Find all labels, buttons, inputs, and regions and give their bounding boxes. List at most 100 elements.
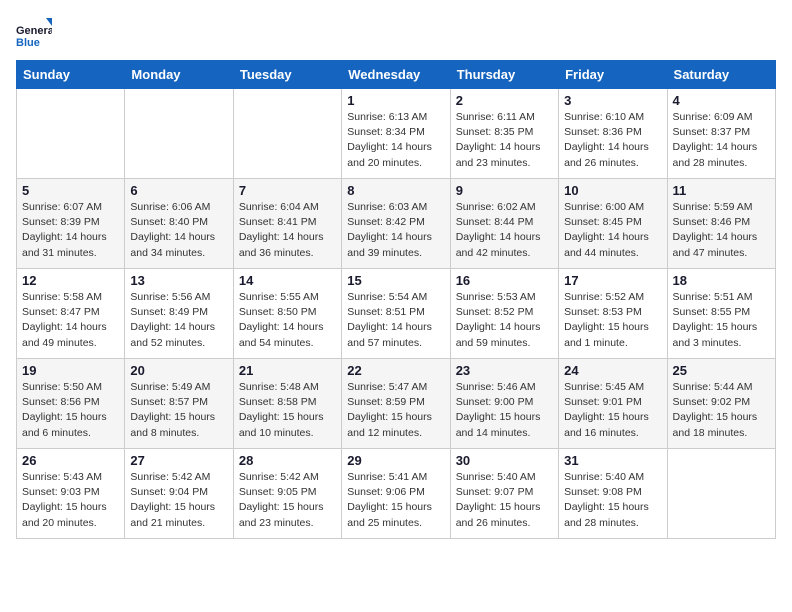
day-number: 30: [456, 453, 553, 468]
day-number: 29: [347, 453, 444, 468]
day-info: Sunrise: 5:40 AM Sunset: 9:07 PM Dayligh…: [456, 470, 553, 531]
day-info: Sunrise: 6:07 AM Sunset: 8:39 PM Dayligh…: [22, 200, 119, 261]
calendar-day-cell: 20 Sunrise: 5:49 AM Sunset: 8:57 PM Dayli…: [125, 359, 233, 449]
day-number: 11: [673, 183, 770, 198]
day-number: 28: [239, 453, 336, 468]
calendar-week-row: 12Sunrise: 5:58 AM Sunset: 8:47 PM Dayli…: [17, 269, 776, 359]
day-number: 27: [130, 453, 227, 468]
day-number: 17: [564, 273, 661, 288]
calendar-day-cell: 18Sunrise: 5:51 AM Sunset: 8:55 PM Dayli…: [667, 269, 775, 359]
day-number: 3: [564, 93, 661, 108]
day-number: 9: [456, 183, 553, 198]
calendar-day-cell: 14Sunrise: 5:55 AM Sunset: 8:50 PM Dayli…: [233, 269, 341, 359]
calendar-day-cell: 30 Sunrise: 5:40 AM Sunset: 9:07 PM Dayli…: [450, 449, 558, 539]
logo-bird-icon: General Blue: [16, 16, 52, 52]
calendar-day-cell: [233, 89, 341, 179]
day-number: 10: [564, 183, 661, 198]
day-number: 18: [673, 273, 770, 288]
calendar-week-row: 19 Sunrise: 5:50 AM Sunset: 8:56 PM Dayli…: [17, 359, 776, 449]
day-info: Sunrise: 6:04 AM Sunset: 8:41 PM Dayligh…: [239, 200, 336, 261]
calendar-day-cell: 26 Sunrise: 5:43 AM Sunset: 9:03 PM Dayli…: [17, 449, 125, 539]
day-number: 16: [456, 273, 553, 288]
day-info: Sunrise: 6:13 AM Sunset: 8:34 PM Dayligh…: [347, 110, 444, 171]
day-info: Sunrise: 5:53 AM Sunset: 8:52 PM Dayligh…: [456, 290, 553, 351]
calendar-day-cell: 10 Sunrise: 6:00 AM Sunset: 8:45 PM Dayli…: [559, 179, 667, 269]
calendar-day-cell: 7 Sunrise: 6:04 AM Sunset: 8:41 PM Daylig…: [233, 179, 341, 269]
day-number: 19: [22, 363, 119, 378]
day-of-week-header: Tuesday: [233, 61, 341, 89]
calendar-day-cell: 3 Sunrise: 6:10 AM Sunset: 8:36 PM Daylig…: [559, 89, 667, 179]
calendar-day-cell: 24 Sunrise: 5:45 AM Sunset: 9:01 PM Dayli…: [559, 359, 667, 449]
day-info: Sunrise: 5:44 AM Sunset: 9:02 PM Dayligh…: [673, 380, 770, 441]
calendar-table: SundayMondayTuesdayWednesdayThursdayFrid…: [16, 60, 776, 539]
calendar-week-row: 1Sunrise: 6:13 AM Sunset: 8:34 PM Daylig…: [17, 89, 776, 179]
svg-text:Blue: Blue: [16, 37, 40, 49]
day-number: 12: [22, 273, 119, 288]
calendar-day-cell: 22Sunrise: 5:47 AM Sunset: 8:59 PM Dayli…: [342, 359, 450, 449]
day-number: 23: [456, 363, 553, 378]
day-info: Sunrise: 5:49 AM Sunset: 8:57 PM Dayligh…: [130, 380, 227, 441]
calendar-day-cell: 5Sunrise: 6:07 AM Sunset: 8:39 PM Daylig…: [17, 179, 125, 269]
day-info: Sunrise: 5:54 AM Sunset: 8:51 PM Dayligh…: [347, 290, 444, 351]
day-info: Sunrise: 5:42 AM Sunset: 9:05 PM Dayligh…: [239, 470, 336, 531]
day-info: Sunrise: 5:42 AM Sunset: 9:04 PM Dayligh…: [130, 470, 227, 531]
day-info: Sunrise: 6:09 AM Sunset: 8:37 PM Dayligh…: [673, 110, 770, 171]
logo: General Blue: [16, 16, 52, 52]
calendar-day-cell: 8 Sunrise: 6:03 AM Sunset: 8:42 PM Daylig…: [342, 179, 450, 269]
day-info: Sunrise: 6:02 AM Sunset: 8:44 PM Dayligh…: [456, 200, 553, 261]
day-number: 14: [239, 273, 336, 288]
day-number: 31: [564, 453, 661, 468]
day-of-week-header: Wednesday: [342, 61, 450, 89]
calendar-day-cell: 11 Sunrise: 5:59 AM Sunset: 8:46 PM Dayli…: [667, 179, 775, 269]
svg-text:General: General: [16, 25, 52, 37]
day-info: Sunrise: 6:11 AM Sunset: 8:35 PM Dayligh…: [456, 110, 553, 171]
day-info: Sunrise: 5:45 AM Sunset: 9:01 PM Dayligh…: [564, 380, 661, 441]
day-of-week-header: Thursday: [450, 61, 558, 89]
day-info: Sunrise: 5:43 AM Sunset: 9:03 PM Dayligh…: [22, 470, 119, 531]
calendar-day-cell: [667, 449, 775, 539]
day-info: Sunrise: 5:50 AM Sunset: 8:56 PM Dayligh…: [22, 380, 119, 441]
day-number: 22: [347, 363, 444, 378]
day-info: Sunrise: 6:00 AM Sunset: 8:45 PM Dayligh…: [564, 200, 661, 261]
day-info: Sunrise: 6:10 AM Sunset: 8:36 PM Dayligh…: [564, 110, 661, 171]
calendar-day-cell: 27 Sunrise: 5:42 AM Sunset: 9:04 PM Dayli…: [125, 449, 233, 539]
calendar-day-cell: 25 Sunrise: 5:44 AM Sunset: 9:02 PM Dayli…: [667, 359, 775, 449]
day-number: 25: [673, 363, 770, 378]
calendar-day-cell: 28 Sunrise: 5:42 AM Sunset: 9:05 PM Dayli…: [233, 449, 341, 539]
calendar-day-cell: 2 Sunrise: 6:11 AM Sunset: 8:35 PM Daylig…: [450, 89, 558, 179]
calendar-day-cell: 31Sunrise: 5:40 AM Sunset: 9:08 PM Dayli…: [559, 449, 667, 539]
day-of-week-header: Sunday: [17, 61, 125, 89]
day-number: 7: [239, 183, 336, 198]
day-number: 4: [673, 93, 770, 108]
calendar-day-cell: 1Sunrise: 6:13 AM Sunset: 8:34 PM Daylig…: [342, 89, 450, 179]
calendar-day-cell: 6Sunrise: 6:06 AM Sunset: 8:40 PM Daylig…: [125, 179, 233, 269]
calendar-day-cell: 16 Sunrise: 5:53 AM Sunset: 8:52 PM Dayli…: [450, 269, 558, 359]
day-of-week-header: Saturday: [667, 61, 775, 89]
day-number: 13: [130, 273, 227, 288]
day-number: 2: [456, 93, 553, 108]
day-number: 8: [347, 183, 444, 198]
day-of-week-header: Friday: [559, 61, 667, 89]
day-number: 20: [130, 363, 227, 378]
day-info: Sunrise: 6:03 AM Sunset: 8:42 PM Dayligh…: [347, 200, 444, 261]
calendar-day-cell: [17, 89, 125, 179]
calendar-day-cell: 4 Sunrise: 6:09 AM Sunset: 8:37 PM Daylig…: [667, 89, 775, 179]
day-info: Sunrise: 5:56 AM Sunset: 8:49 PM Dayligh…: [130, 290, 227, 351]
calendar-day-cell: 29Sunrise: 5:41 AM Sunset: 9:06 PM Dayli…: [342, 449, 450, 539]
calendar-day-cell: 15 Sunrise: 5:54 AM Sunset: 8:51 PM Dayli…: [342, 269, 450, 359]
day-number: 21: [239, 363, 336, 378]
day-number: 15: [347, 273, 444, 288]
day-number: 6: [130, 183, 227, 198]
calendar-day-cell: 17 Sunrise: 5:52 AM Sunset: 8:53 PM Dayli…: [559, 269, 667, 359]
calendar-day-cell: [125, 89, 233, 179]
day-info: Sunrise: 5:52 AM Sunset: 8:53 PM Dayligh…: [564, 290, 661, 351]
calendar-week-row: 5Sunrise: 6:07 AM Sunset: 8:39 PM Daylig…: [17, 179, 776, 269]
day-info: Sunrise: 5:59 AM Sunset: 8:46 PM Dayligh…: [673, 200, 770, 261]
day-info: Sunrise: 5:46 AM Sunset: 9:00 PM Dayligh…: [456, 380, 553, 441]
calendar-day-cell: 19 Sunrise: 5:50 AM Sunset: 8:56 PM Dayli…: [17, 359, 125, 449]
day-info: Sunrise: 5:48 AM Sunset: 8:58 PM Dayligh…: [239, 380, 336, 441]
day-of-week-header: Monday: [125, 61, 233, 89]
day-number: 26: [22, 453, 119, 468]
calendar-week-row: 26 Sunrise: 5:43 AM Sunset: 9:03 PM Dayli…: [17, 449, 776, 539]
day-number: 24: [564, 363, 661, 378]
